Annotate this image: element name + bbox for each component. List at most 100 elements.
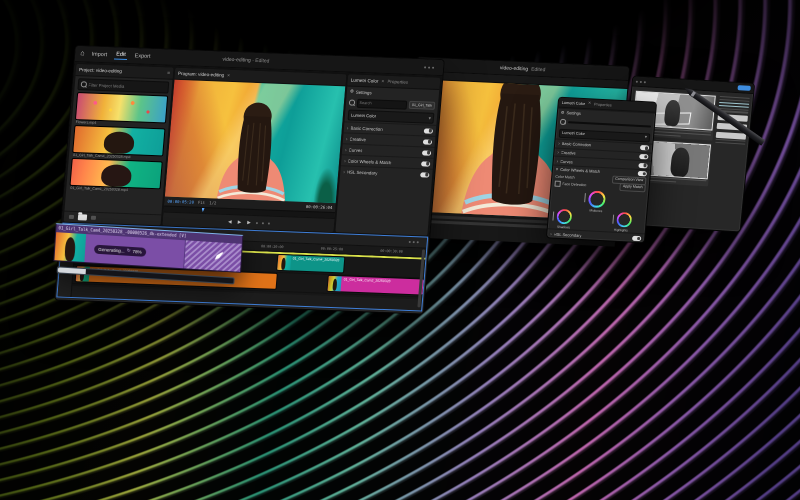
extract-button[interactable] (262, 222, 264, 224)
current-timecode[interactable]: 00:00:05:20 (167, 199, 194, 205)
step-back-button[interactable]: ◀ (227, 218, 233, 224)
highlights-wheel[interactable] (616, 212, 632, 228)
media-item-cam1[interactable]: 01_Girl_Talk_Cam1_20250328.mp4 (70, 159, 161, 193)
toggle-color-wheels[interactable] (421, 161, 430, 166)
project-tab[interactable]: Project: video-editing (79, 67, 122, 74)
section-label: Curves (560, 158, 573, 164)
generating-progress: 78% (132, 249, 141, 255)
tab-lumetri-color[interactable]: Lumetri Color (562, 100, 586, 106)
search-input[interactable]: Search (356, 98, 407, 109)
pen-tool-icon (214, 251, 224, 261)
ruler-tick: 00:00:25:00 (321, 246, 344, 251)
program-monitor-video (165, 80, 345, 203)
toggle-hsl-secondary[interactable] (632, 235, 641, 240)
chevron-down-icon: ▾ (644, 135, 647, 141)
timeline-clip-magenta[interactable]: 01_Girl_Talk_Cam2_20250328 (328, 276, 424, 295)
search-input[interactable] (567, 121, 651, 127)
chevron-right-icon: › (346, 136, 348, 141)
program-tab[interactable]: Program: video-editing (178, 71, 225, 78)
close-icon[interactable]: × (227, 72, 230, 78)
pending-frames-hatch (183, 240, 242, 272)
highlights-label: Highlights (614, 228, 628, 233)
toggle-hsl-secondary[interactable] (420, 172, 429, 177)
playhead[interactable] (201, 208, 204, 212)
tab-edit[interactable]: Edit (114, 50, 128, 59)
highlights-slider[interactable] (612, 215, 614, 224)
workspace-icons[interactable] (424, 66, 434, 68)
media-item-cam4[interactable]: 01_Girl_Talk_Cam4_20250328.mp4 (73, 126, 164, 160)
project-panel: Project: video-editing ≡ Filter Project … (64, 64, 174, 225)
lumetri-search-row: Search 01_Girl_Talk (349, 99, 436, 110)
fit-dropdown[interactable]: Fit (198, 200, 206, 205)
main-panels-row: Project: video-editing ≡ Filter Project … (61, 62, 442, 238)
media-thumbnail (71, 159, 162, 188)
list-view-icon[interactable] (69, 215, 74, 219)
tab-properties[interactable]: Properties (387, 79, 408, 85)
section-hsl-secondary[interactable]: › HSL Secondary (340, 165, 433, 180)
panel-menu-icon[interactable]: ≡ (167, 70, 170, 76)
share-button[interactable] (737, 85, 750, 90)
review-menu-dots (636, 80, 646, 83)
chevron-right-icon: › (557, 150, 559, 155)
settings-label: Settings (356, 89, 372, 95)
document-title: video-editing · Edited (222, 56, 269, 64)
close-icon[interactable]: × (381, 78, 384, 84)
toggle-basic-correction[interactable] (640, 145, 649, 150)
toggle-creative[interactable] (639, 154, 648, 159)
section-label: Curves (348, 147, 362, 153)
play-button[interactable]: ▶ (236, 219, 242, 225)
timeline-tool-icons[interactable] (409, 241, 419, 243)
close-icon[interactable]: × (588, 100, 591, 106)
timeline-clip-teal[interactable]: 01_Girl_Talk_Cam4_20250328 (277, 255, 345, 273)
program-monitor-panel: Program: video-editing × 00:00:05:20 (162, 68, 346, 232)
sidebar-thumbnail[interactable] (716, 131, 747, 139)
woman-silhouette (186, 92, 324, 203)
search-icon (560, 119, 566, 125)
toggle-color-wheels[interactable] (638, 171, 647, 176)
gear-icon: ⚙ (350, 89, 354, 95)
media-thumbnail (76, 93, 167, 122)
midtones-label: Midtones (589, 209, 602, 214)
ruler-tick: 00:00:20:00 (261, 244, 284, 249)
new-folder-icon[interactable] (78, 214, 87, 220)
tab-lumetri-color[interactable]: Lumetri Color (351, 78, 379, 84)
project-tab-row: Project: video-editing ≡ (76, 64, 174, 80)
section-label: Creative (561, 150, 576, 156)
face-detection-checkbox[interactable] (554, 181, 560, 187)
preset-label: Lumetri Color (562, 131, 585, 136)
home-icon[interactable]: ⌂ (80, 50, 85, 57)
toggle-curves[interactable] (422, 150, 431, 155)
settings-label: Settings (566, 110, 581, 116)
chevron-down-icon: ▾ (556, 166, 559, 172)
midtones-slider[interactable] (584, 194, 586, 203)
step-forward-button[interactable]: ▶ (246, 219, 252, 225)
tab-export[interactable]: Export (132, 52, 153, 61)
toggle-curves[interactable] (638, 163, 647, 168)
toggle-basic-correction[interactable] (424, 128, 433, 133)
lift-button[interactable] (256, 222, 258, 224)
back-window-title: video-editing (500, 65, 529, 72)
color-match-label: Color Match (555, 175, 575, 180)
floating-lumetri-panel: Lumetri Color × Properties ⚙ Settings Lu… (547, 98, 656, 243)
midtones-wheel[interactable] (588, 191, 606, 209)
export-frame-button[interactable] (268, 222, 270, 224)
toggle-creative[interactable] (423, 139, 432, 144)
project-search[interactable]: Filter Project Media (77, 78, 169, 93)
search-icon (349, 100, 355, 106)
gear-icon: ⚙ (561, 110, 565, 115)
clip-thumbnail (54, 232, 86, 262)
clip-thumbnail (277, 255, 291, 270)
chevron-down-icon: ▾ (428, 115, 431, 121)
new-item-icon[interactable] (91, 216, 96, 220)
chevron-right-icon: › (556, 158, 558, 163)
render-progress-fill (58, 267, 86, 274)
resolution-dropdown[interactable]: 1/2 (209, 200, 217, 205)
media-item-flowers[interactable]: Flowers.mp4 (76, 93, 167, 127)
tab-properties[interactable]: Properties (594, 101, 612, 107)
selected-clip-chip[interactable]: 01_Girl_Talk (409, 101, 436, 110)
tab-import[interactable]: Import (89, 50, 109, 59)
duration-timecode: 00:00:26:04 (306, 204, 333, 210)
settings-row[interactable]: ⚙ Settings (347, 86, 440, 100)
shadows-slider[interactable] (552, 212, 554, 221)
shadows-wheel[interactable] (556, 209, 572, 225)
